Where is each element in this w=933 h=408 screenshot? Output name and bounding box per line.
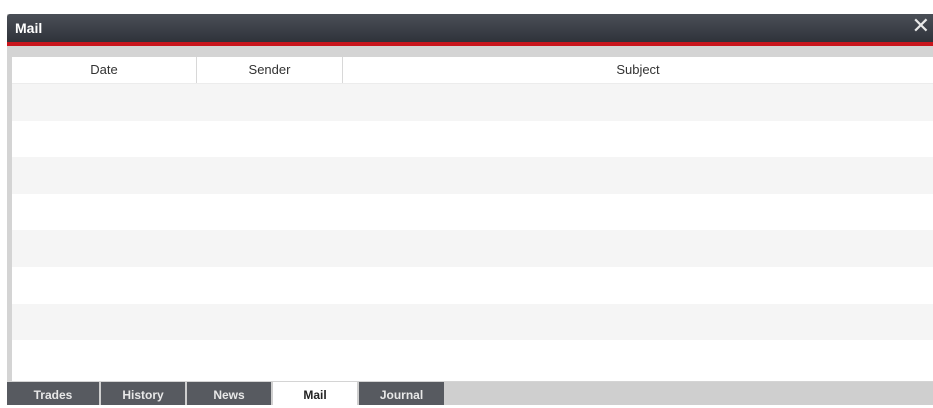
table-row [12, 120, 933, 158]
table-header: Date Sender Subject [12, 57, 933, 84]
column-header-subject[interactable]: Subject [343, 57, 933, 83]
table-row [12, 84, 933, 121]
table-row [12, 230, 933, 267]
tab-mail[interactable]: Mail [273, 382, 357, 405]
table-row [12, 340, 933, 377]
tab-bar: Trades History News Mail Journal [7, 382, 933, 405]
close-icon[interactable]: ✕ [912, 16, 930, 38]
title-bar: Mail ✕ [7, 14, 933, 42]
table-row [12, 157, 933, 194]
table-row [12, 266, 933, 304]
window-title: Mail [15, 20, 43, 36]
tab-journal[interactable]: Journal [359, 382, 444, 405]
table-row [12, 303, 933, 341]
accent-bar [7, 42, 933, 46]
tab-news[interactable]: News [187, 382, 271, 405]
column-header-date[interactable]: Date [12, 57, 197, 83]
mail-window: Mail ✕ Date Sender Subject Trades Histor… [7, 14, 933, 405]
table-body [12, 84, 933, 381]
table-row [12, 193, 933, 231]
column-header-sender[interactable]: Sender [197, 57, 343, 83]
tab-history[interactable]: History [101, 382, 185, 405]
tab-trades[interactable]: Trades [7, 382, 99, 405]
mail-table: Date Sender Subject [12, 57, 933, 381]
